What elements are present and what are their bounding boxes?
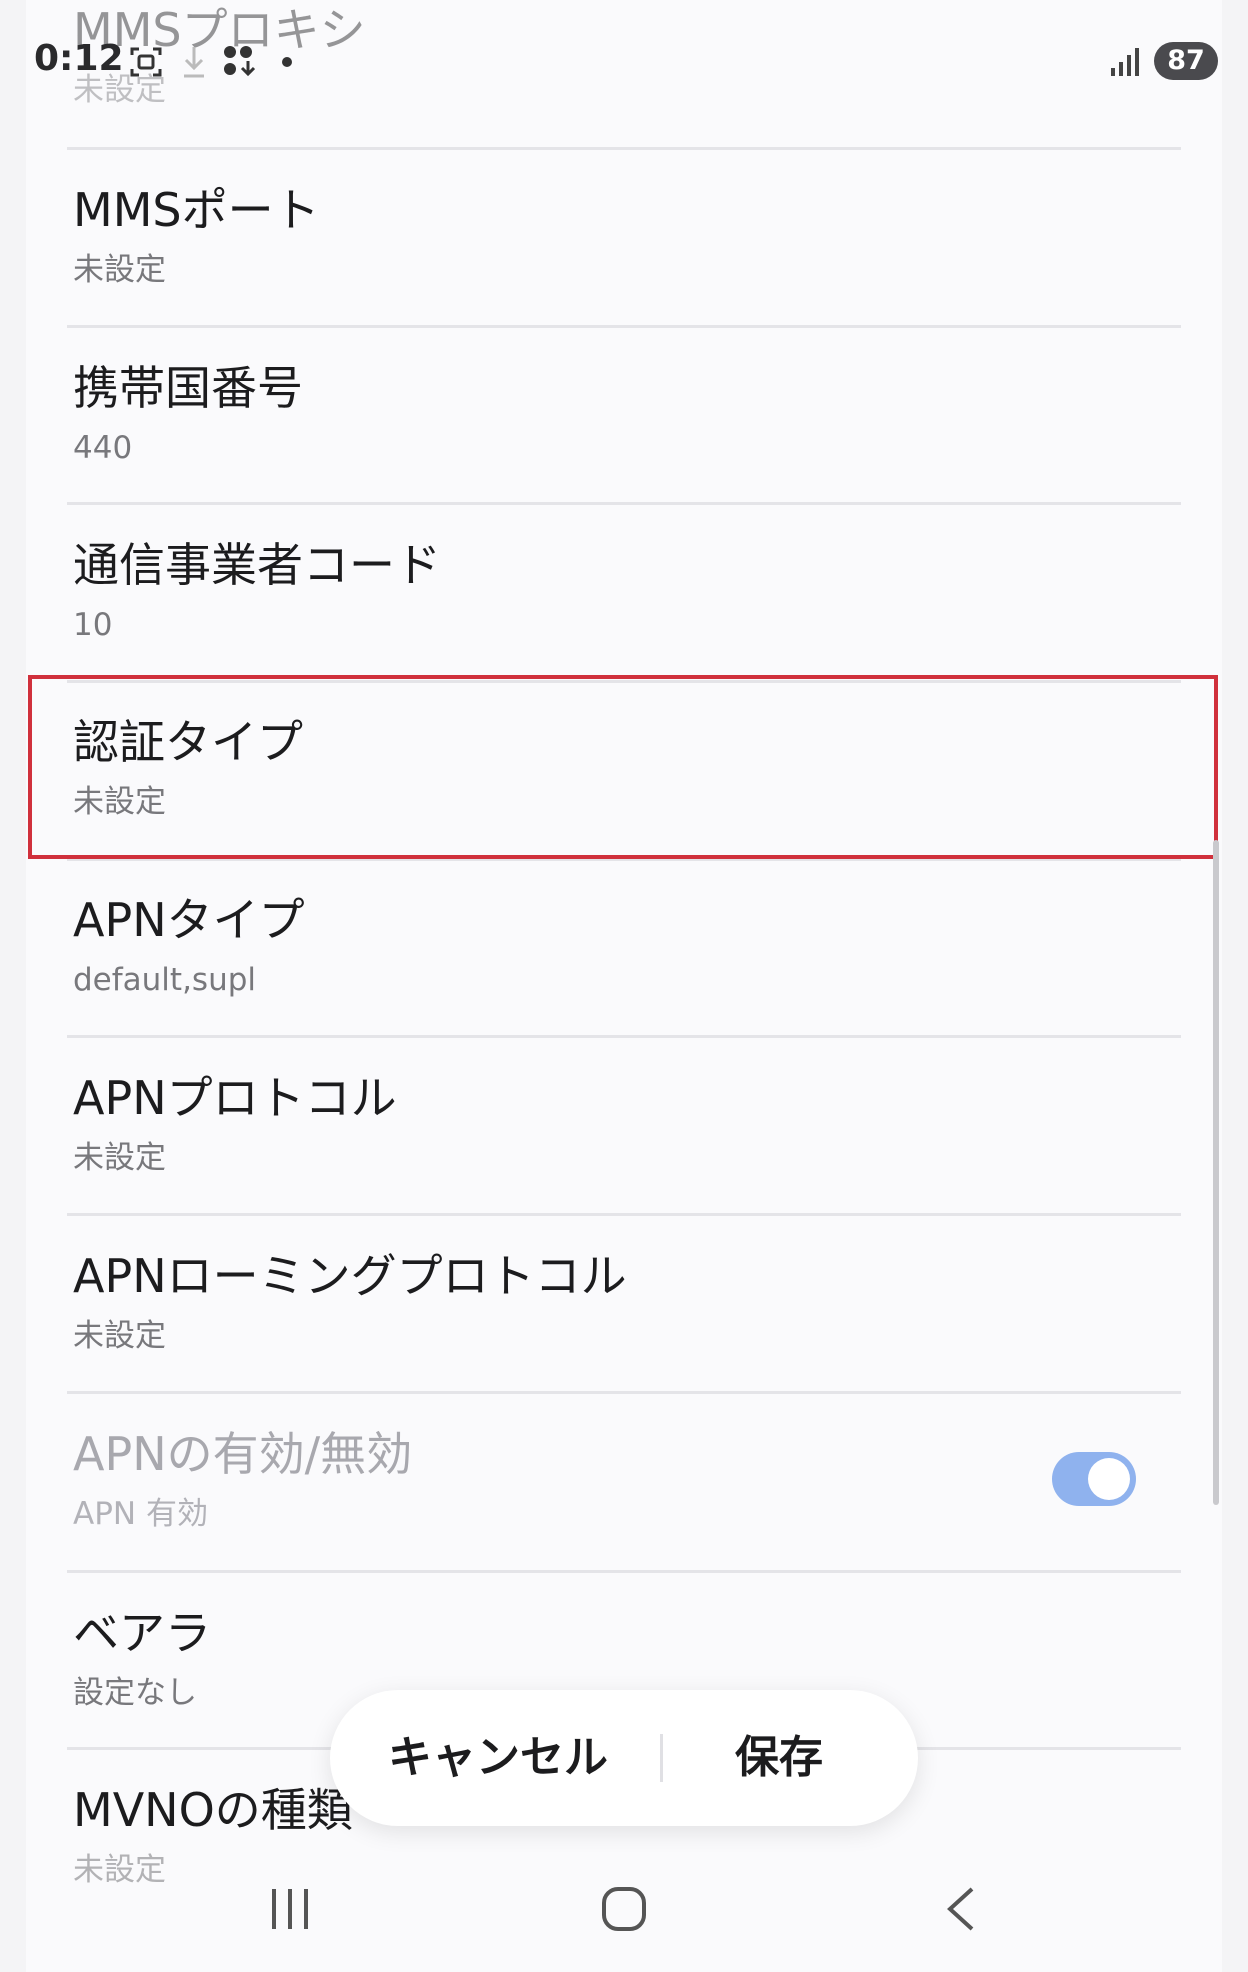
row-value: 未設定 [73,1318,166,1354]
row-title: APNタイプ [73,893,305,947]
back-icon[interactable] [942,1885,982,1937]
row-value: 設定なし [73,1675,197,1711]
apps-download-icon [222,44,260,84]
save-button[interactable]: 保存 [735,1728,823,1788]
row-value: 未設定 [73,1140,166,1176]
action-separator [660,1734,663,1782]
status-bar: 0:12 87 [0,0,1248,120]
download-icon [180,44,208,84]
row-value: default,supl [73,962,257,998]
apn-settings-list: MMSプロキシ 未設定 MMSポート 未設定 携帯国番号 440 通信事業者コー… [26,0,1222,1972]
signal-icon [1108,44,1144,84]
row-mms-port[interactable]: MMSポート 未設定 [26,150,1222,327]
row-title: MVNOの種類 [73,1783,353,1837]
status-time: 0:12 [34,38,124,79]
row-value: 10 [73,607,113,643]
row-apn-type[interactable]: APNタイプ default,supl [26,860,1222,1037]
row-title: APNの有効/無効 [73,1427,413,1481]
action-bar: キャンセル 保存 [330,1690,918,1826]
row-title: 認証タイプ [73,715,303,769]
row-mnc[interactable]: 通信事業者コード 10 [26,505,1222,682]
row-auth-type[interactable]: 認証タイプ 未設定 [26,682,1222,859]
dot-icon [280,54,294,73]
row-value: APN 有効 [73,1496,208,1532]
screenshot-icon [128,44,164,84]
row-title: 携帯国番号 [73,361,303,415]
screen: MMSプロキシ 未設定 MMSポート 未設定 携帯国番号 440 通信事業者コー… [0,0,1248,1972]
row-value: 440 [73,430,133,466]
row-apn-roaming-protocol[interactable]: APNローミングプロトコル 未設定 [26,1216,1222,1393]
scrollbar[interactable] [1213,840,1219,1505]
row-value: 未設定 [73,1852,166,1888]
row-value: 未設定 [73,252,166,288]
battery-indicator: 87 [1154,42,1218,80]
row-apn-enable[interactable]: APNの有効/無効 APN 有効 [26,1394,1222,1571]
toggle-knob [1088,1458,1130,1500]
row-title: APNローミングプロトコル [73,1249,627,1303]
cancel-button[interactable]: キャンセル [388,1728,608,1788]
row-apn-protocol[interactable]: APNプロトコル 未設定 [26,1038,1222,1215]
row-mcc[interactable]: 携帯国番号 440 [26,328,1222,505]
recent-apps-icon[interactable] [268,1885,312,1937]
apn-enable-toggle[interactable] [1052,1452,1136,1506]
row-title: 通信事業者コード [73,538,441,592]
row-title: ベアラ [73,1606,211,1660]
row-title: MMSポート [73,183,320,237]
row-value: 未設定 [73,784,166,820]
row-title: APNプロトコル [73,1071,397,1125]
home-icon[interactable] [600,1885,648,1937]
